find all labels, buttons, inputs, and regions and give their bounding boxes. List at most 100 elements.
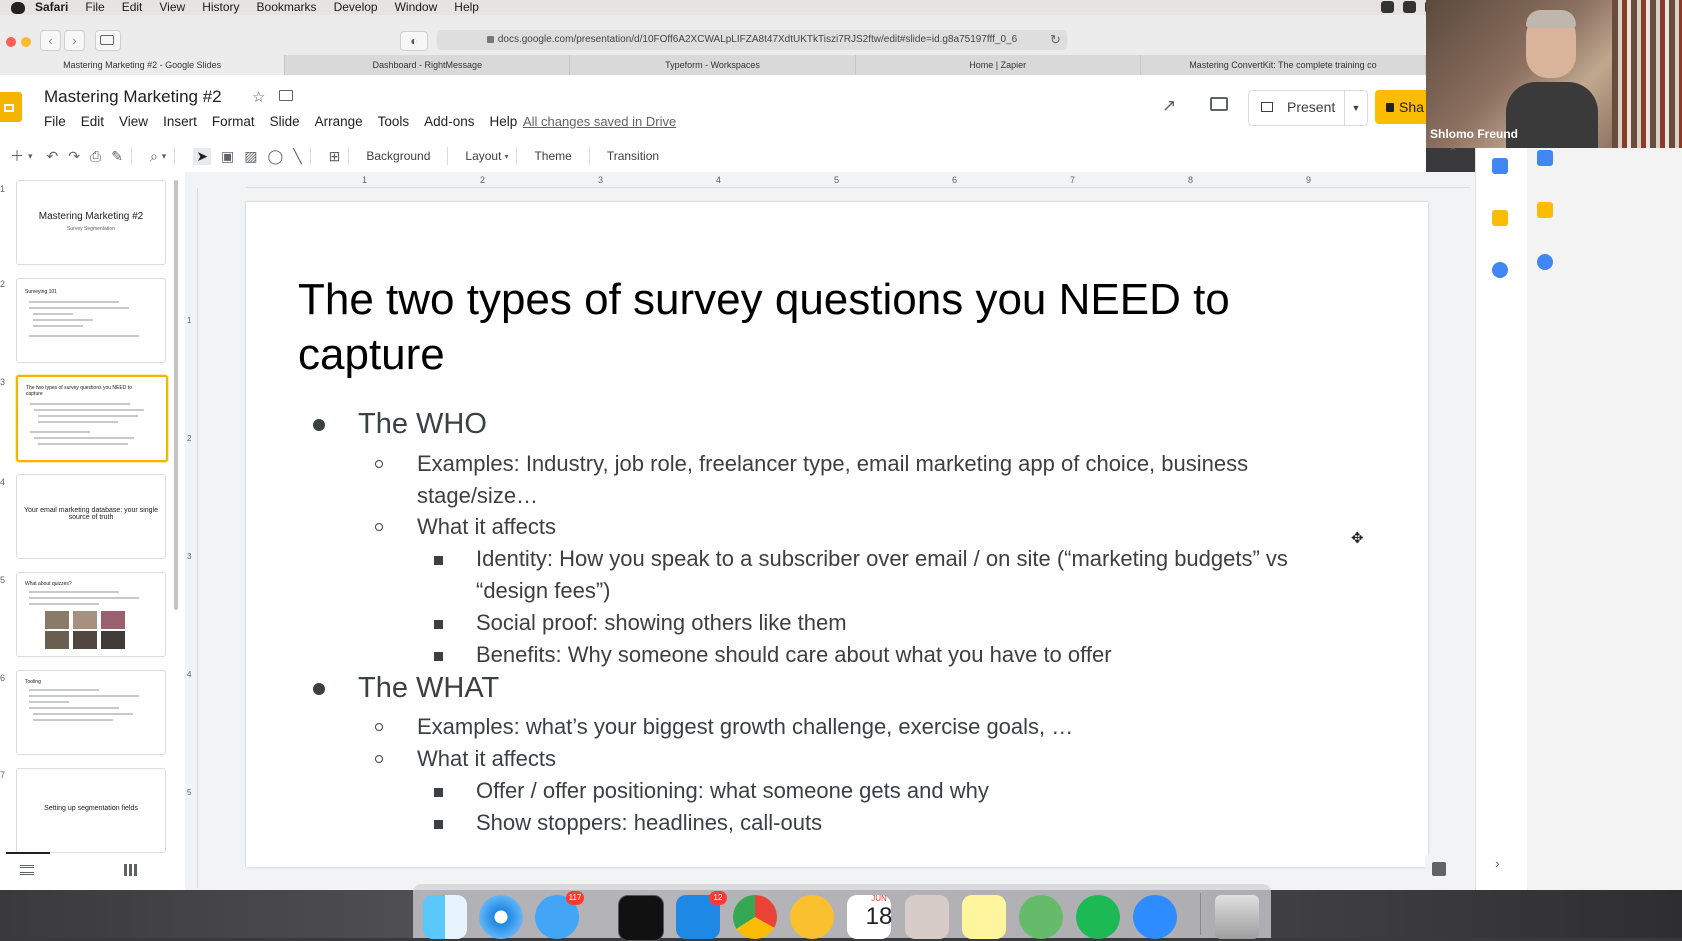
doc-menu-insert[interactable]: Insert — [163, 114, 197, 129]
doc-menu-slide[interactable]: Slide — [270, 114, 300, 129]
privacy-report-icon[interactable]: ◐ — [400, 31, 428, 51]
slides-logo-icon[interactable] — [0, 92, 22, 122]
what-examples[interactable]: Examples: what’s your biggest growth cha… — [375, 711, 1073, 743]
slide-thumbnail-6[interactable]: Tooling — [16, 670, 166, 755]
new-slide-icon[interactable]: ＋ — [10, 146, 24, 166]
atom-icon[interactable] — [1019, 895, 1063, 939]
close-window-icon[interactable] — [6, 37, 16, 47]
expand-panel-icon[interactable]: › — [1495, 855, 1500, 871]
video-call-tile[interactable] — [1426, 0, 1682, 148]
slide-thumbnail-7[interactable]: Setting up segmentation fields — [16, 768, 166, 853]
shape-icon[interactable]: ◯ — [268, 148, 284, 165]
doc-menu-tools[interactable]: Tools — [378, 114, 410, 129]
bullet-what[interactable]: The WHAT — [313, 672, 499, 705]
menu-help[interactable]: Help — [454, 0, 479, 15]
zoom-icon[interactable]: ⌕ — [150, 148, 158, 165]
zoom-icon[interactable] — [1133, 895, 1177, 939]
sidebar-toggle-icon[interactable] — [95, 30, 121, 51]
print-icon[interactable]: ⎙ — [90, 148, 101, 165]
forward-icon[interactable]: › — [64, 30, 85, 51]
back-icon[interactable]: ‹ — [40, 30, 61, 51]
activity-trend-icon[interactable]: ↗ — [1162, 96, 1176, 116]
bullet-who[interactable]: The WHO — [313, 408, 487, 441]
present-button[interactable]: Present ▼ — [1248, 90, 1368, 126]
preview-icon[interactable] — [905, 895, 949, 939]
doc-menu-format[interactable]: Format — [212, 114, 255, 129]
filmstrip-scrollbar[interactable] — [174, 180, 178, 610]
apple-icon[interactable] — [11, 1, 25, 14]
image-icon[interactable]: ▨ — [244, 148, 257, 165]
who-affects[interactable]: What it affects — [375, 511, 556, 543]
tab-google-slides[interactable]: Mastering Marketing #2 - Google Slides — [0, 55, 286, 75]
doc-menu-file[interactable]: File — [44, 114, 66, 129]
filmstrip-view-icon[interactable] — [20, 865, 34, 875]
trash-icon[interactable] — [1215, 895, 1259, 939]
slide-thumbnail-4[interactable]: Your email marketing database: your sing… — [16, 474, 166, 559]
who-affect-identity[interactable]: Identity: How you speak to a subscriber … — [434, 543, 1356, 607]
who-affect-social-proof[interactable]: Social proof: showing others like them — [434, 607, 847, 639]
address-bar[interactable]: docs.google.com/presentation/d/10FOff6A2… — [437, 30, 1067, 50]
keep-addon-icon[interactable] — [1492, 210, 1508, 226]
what-affect-show-stoppers[interactable]: Show stoppers: headlines, call-outs — [434, 807, 822, 839]
calendar-addon-icon[interactable] — [1492, 158, 1508, 174]
tasks-addon-icon[interactable] — [1492, 262, 1508, 278]
reload-icon[interactable]: ↻ — [1050, 32, 1061, 48]
line-icon[interactable]: ╲ — [293, 148, 301, 165]
doc-menu-arrange[interactable]: Arrange — [315, 114, 363, 129]
save-status-link[interactable]: All changes saved in Drive — [523, 114, 676, 129]
slide-thumbnail-1[interactable]: Mastering Marketing #2 Survey Segmentati… — [16, 180, 166, 265]
transition-button[interactable]: Transition — [607, 149, 659, 163]
move-folder-icon[interactable] — [279, 90, 293, 101]
layout-dropdown-icon[interactable]: ▾ — [504, 152, 508, 161]
new-slide-dropdown-icon[interactable]: ▾ — [28, 151, 33, 162]
grid-view-icon[interactable] — [124, 864, 137, 876]
present-dropdown-icon[interactable]: ▼ — [1344, 91, 1367, 125]
select-cursor-icon[interactable]: ➤ — [193, 147, 212, 165]
menu-develop[interactable]: Develop — [334, 0, 378, 15]
slide-thumbnail-3[interactable]: The two types of survey questions you NE… — [16, 375, 168, 462]
what-affects[interactable]: What it affects — [375, 743, 556, 775]
finder-icon[interactable] — [423, 895, 467, 939]
notes-icon[interactable] — [962, 895, 1006, 939]
zoom-dropdown-icon[interactable]: ▾ — [162, 151, 167, 162]
minimize-window-icon[interactable] — [21, 37, 31, 47]
terminal-icon[interactable] — [618, 895, 664, 941]
vectorize-icon[interactable] — [790, 895, 834, 939]
menu-history[interactable]: History — [202, 0, 239, 15]
menu-file[interactable]: File — [85, 0, 104, 15]
menu-bookmarks[interactable]: Bookmarks — [257, 0, 317, 15]
app-menu[interactable]: Safari — [35, 0, 68, 15]
tab-rightmessage[interactable]: Dashboard - RightMessage — [285, 55, 571, 75]
doc-menu-edit[interactable]: Edit — [81, 114, 104, 129]
menu-edit[interactable]: Edit — [122, 0, 143, 15]
dropbox-tray-icon[interactable] — [1403, 1, 1416, 13]
tab-typeform[interactable]: Typeform - Workspaces — [570, 55, 856, 75]
layout-button[interactable]: Layout — [465, 149, 501, 163]
tab-zapier[interactable]: Home | Zapier — [856, 55, 1141, 75]
vertical-ruler[interactable]: 1 2 3 4 5 — [185, 188, 198, 888]
redo-icon[interactable]: ↷ — [68, 148, 80, 165]
slide-thumbnail-2[interactable]: Surveying 101 — [16, 278, 166, 363]
explore-button[interactable] — [1425, 855, 1453, 883]
slide-thumbnail-5[interactable]: What about quizzes? — [16, 572, 166, 657]
doc-menu-view[interactable]: View — [119, 114, 148, 129]
background-button[interactable]: Background — [366, 149, 430, 163]
who-affect-benefits[interactable]: Benefits: Why someone should care about … — [434, 639, 1112, 671]
tab-convertkit[interactable]: Mastering ConvertKit: The complete train… — [1141, 55, 1427, 75]
paint-format-icon[interactable]: ✎ — [111, 148, 123, 165]
doc-menu-help[interactable]: Help — [489, 114, 517, 129]
comment-add-icon[interactable]: ⊞ — [329, 148, 341, 165]
star-icon[interactable]: ☆ — [252, 88, 265, 106]
safari-icon[interactable] — [479, 895, 523, 939]
chrome-icon[interactable] — [733, 895, 777, 939]
text-box-icon[interactable]: ▣ — [221, 148, 234, 165]
doc-title[interactable]: Mastering Marketing #2 — [44, 87, 222, 107]
spotify-icon[interactable] — [1076, 895, 1120, 939]
undo-icon[interactable]: ↶ — [47, 148, 59, 165]
calendar-tray-icon[interactable] — [1381, 1, 1394, 13]
horizontal-ruler[interactable]: 1 2 3 4 5 6 7 8 9 — [246, 175, 1470, 188]
menu-window[interactable]: Window — [395, 0, 438, 15]
menu-view[interactable]: View — [159, 0, 185, 15]
who-examples[interactable]: Examples: Industry, job role, freelancer… — [375, 448, 1317, 512]
slide-title[interactable]: The two types of survey questions you NE… — [298, 272, 1298, 382]
